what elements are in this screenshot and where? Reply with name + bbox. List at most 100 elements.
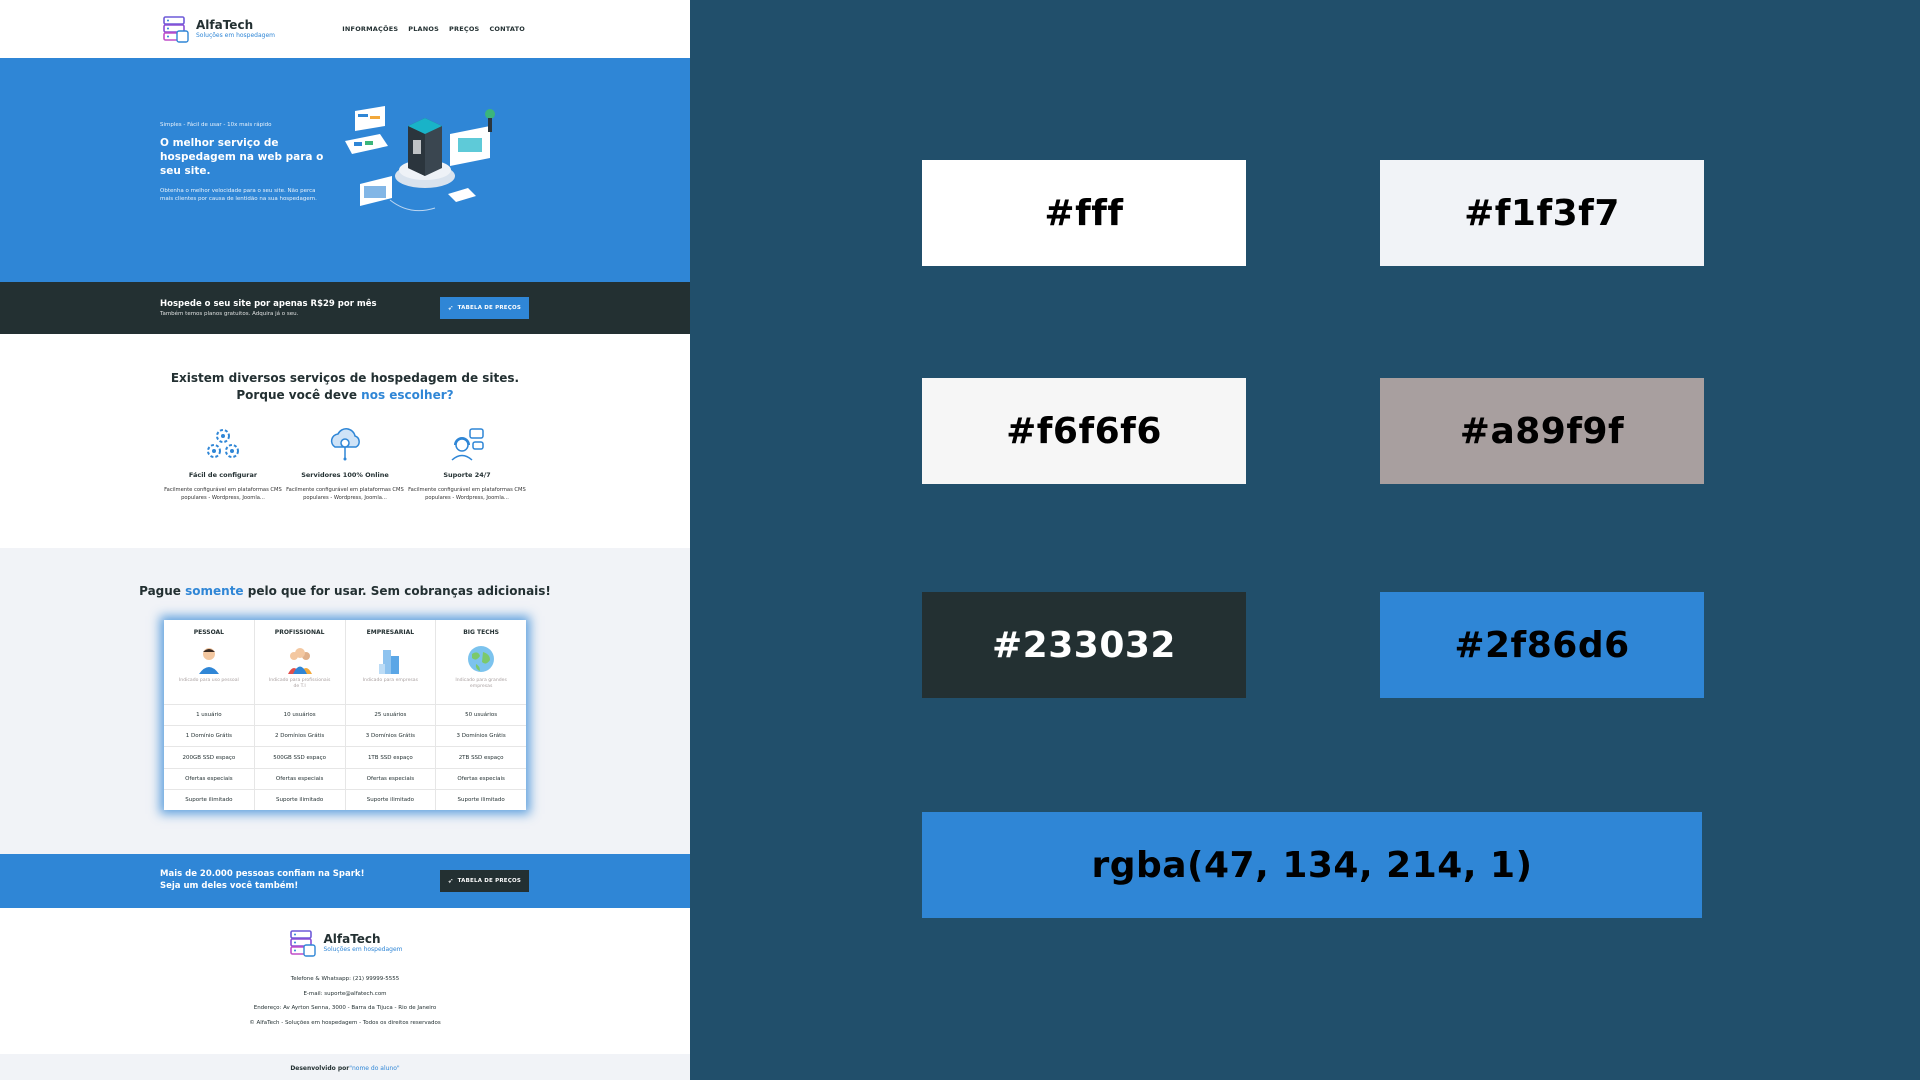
globe-icon bbox=[468, 646, 495, 672]
swatch-dark: #233032 bbox=[922, 592, 1246, 698]
footer-logo[interactable]: AlfaTech Soluções em hospedagem bbox=[287, 928, 403, 958]
price-table-button-label: TABELA DE PREÇOS bbox=[457, 305, 521, 311]
site-footer: AlfaTech Soluções em hospedagem Telefone… bbox=[0, 908, 690, 1054]
server-logo-icon bbox=[163, 16, 189, 43]
why-title-line2: Porque você deve nos escolher? bbox=[0, 387, 690, 404]
plan-feature: Suporte ilimitado bbox=[185, 796, 233, 803]
website-preview: AlfaTech Soluções em hospedagem INFORMAÇ… bbox=[0, 0, 690, 1080]
plan-note: Indicado para uso pessoal bbox=[178, 678, 239, 683]
developer-prefix: Desenvolvido por bbox=[290, 1064, 350, 1072]
person-icon bbox=[198, 648, 219, 674]
plan-column: BIG TECHS Indicado para grandes empresas 5… bbox=[436, 620, 526, 810]
rocket-icon: ➶ bbox=[447, 877, 454, 885]
brand-name: AlfaTech bbox=[196, 17, 254, 32]
why-title-line1: Existem diversos serviços de hospedagem … bbox=[170, 371, 520, 385]
trust-line1: Mais de 20.000 pessoas confiam na Spark! bbox=[160, 869, 365, 880]
swatch-blue-rgba: rgba(47, 134, 214, 1) bbox=[922, 812, 1702, 918]
pricing-section: Pague somente pelo que for usar. Sem cob… bbox=[0, 548, 690, 854]
swatch-label: #fff bbox=[1044, 192, 1124, 234]
building-icon bbox=[379, 650, 400, 674]
plan-note: Indicado para profissionais de T.I bbox=[268, 678, 331, 690]
plan-feature: 10 usuários bbox=[254, 705, 345, 727]
plan-feature: Suporte ilimitado bbox=[276, 796, 324, 803]
plan-feature: 1 Domínio Grátis bbox=[164, 726, 254, 748]
plan-feature: 2 Domínios Grátis bbox=[254, 726, 345, 748]
plan-name: BIG TECHS bbox=[463, 629, 499, 636]
site-header: AlfaTech Soluções em hospedagem INFORMAÇ… bbox=[0, 0, 690, 58]
feature-item: Servidores 100% Online Facilmente config… bbox=[284, 425, 406, 503]
plan-column: EMPRESARIAL Indicado para empresas 25 usuá… bbox=[345, 620, 437, 810]
pricing-title-suffix: pelo que for usar. Sem cobranças adicion… bbox=[243, 584, 551, 598]
feature-description: Facilmente configurável em plataformas C… bbox=[408, 486, 526, 501]
team-icon bbox=[287, 648, 312, 674]
feature-title: Fácil de configurar bbox=[188, 470, 258, 479]
plan-feature: 500GB SSD espaço bbox=[254, 747, 345, 769]
plan-feature: Ofertas especiais bbox=[345, 769, 436, 790]
plan-name: PESSOAL bbox=[193, 629, 225, 636]
trust-cta-banner: Mais de 20.000 pessoas confiam na Spark!… bbox=[0, 854, 690, 908]
price-table-button[interactable]: ➶ TABELA DE PREÇOS bbox=[439, 297, 529, 319]
why-title: Existem diversos serviços de hospedagem … bbox=[0, 370, 690, 405]
feature-description: Facilmente configurável em plataformas C… bbox=[164, 486, 282, 501]
plan-header: EMPRESARIAL Indicado para empresas bbox=[345, 620, 436, 705]
plan-column: PESSOAL Indicado para uso pessoal 1 usuári… bbox=[164, 620, 255, 810]
feature-item: Suporte 24/7 Facilmente configurável em … bbox=[406, 425, 528, 503]
features-list: Fácil de configurar Facilmente configurá… bbox=[0, 425, 690, 503]
plan-feature: Suporte ilimitado bbox=[366, 796, 414, 803]
swatch-label: #f1f3f7 bbox=[1464, 192, 1620, 234]
pricing-title-highlight: somente bbox=[185, 584, 244, 598]
footer-brand-name: AlfaTech bbox=[323, 931, 381, 946]
swatch-warm-gray: #a89f9f bbox=[1380, 378, 1704, 484]
price-table-button[interactable]: ➶ TABELA DE PREÇOS bbox=[439, 870, 529, 892]
swatch-white: #fff bbox=[922, 160, 1246, 266]
nav-link-precos[interactable]: PREÇOS bbox=[449, 25, 479, 33]
why-choose-section: Existem diversos serviços de hospedagem … bbox=[0, 334, 690, 548]
main-nav: INFORMAÇÕES PLANOS PREÇOS CONTATO bbox=[342, 25, 525, 33]
footer-brand-tagline: Soluções em hospedagem bbox=[323, 946, 403, 954]
rocket-icon: ➶ bbox=[447, 304, 454, 312]
why-title-highlight: nos escolher? bbox=[361, 388, 454, 403]
hero-kicker: Simples - Fácil de usar - 10x mais rápid… bbox=[160, 122, 272, 128]
cta-title: Hospede o seu site por apenas R$29 por m… bbox=[160, 299, 377, 309]
nav-link-informacoes[interactable]: INFORMAÇÕES bbox=[342, 25, 398, 33]
plan-feature: 3 Domínios Grátis bbox=[345, 726, 436, 748]
plan-column: PROFISSIONAL Indicado para profissionais … bbox=[254, 620, 346, 810]
pricing-title: Pague somente pelo que for usar. Sem cob… bbox=[0, 584, 690, 598]
feature-item: Fácil de configurar Facilmente configurá… bbox=[162, 425, 284, 503]
price-table-button-label: TABELA DE PREÇOS bbox=[457, 878, 521, 884]
nav-link-planos[interactable]: PLANOS bbox=[408, 25, 439, 33]
price-cta-banner: Hospede o seu site por apenas R$29 por m… bbox=[0, 282, 690, 334]
nav-link-contato[interactable]: CONTATO bbox=[489, 25, 525, 33]
plan-feature: Ofertas especiais bbox=[164, 769, 254, 790]
footer-phone: Telefone & Whatsapp: (21) 99999-5555 bbox=[290, 976, 400, 982]
developer-name[interactable]: "nome do aluno" bbox=[349, 1065, 399, 1072]
swatch-light-gray-blue: #f1f3f7 bbox=[1380, 160, 1704, 266]
plan-feature: Ofertas especiais bbox=[254, 769, 345, 790]
isometric-server-illustration bbox=[345, 106, 495, 212]
swatch-light-gray: #f6f6f6 bbox=[922, 378, 1246, 484]
swatch-label: #2f86d6 bbox=[1454, 624, 1630, 666]
plan-feature: 1TB SSD espaço bbox=[345, 747, 436, 769]
swatch-blue: #2f86d6 bbox=[1380, 592, 1704, 698]
why-title-prefix: Porque você deve bbox=[236, 388, 362, 403]
plan-feature: Suporte ilimitado bbox=[457, 796, 505, 803]
plan-feature: Ofertas especiais bbox=[436, 769, 526, 790]
pricing-table: PESSOAL Indicado para uso pessoal 1 usuári… bbox=[164, 620, 526, 810]
swatch-label: #233032 bbox=[992, 624, 1176, 666]
hero-description: Obtenha o melhor velocidade para o seu s… bbox=[160, 187, 317, 203]
plan-feature: 2TB SSD espaço bbox=[436, 747, 526, 769]
brand-logo[interactable]: AlfaTech Soluções em hospedagem bbox=[160, 14, 275, 44]
server-logo-icon bbox=[290, 930, 317, 957]
plan-feature: 50 usuários bbox=[436, 705, 526, 727]
hero-text: Simples - Fácil de usar - 10x mais rápid… bbox=[160, 122, 330, 204]
cloud-server-icon bbox=[330, 427, 360, 461]
plan-feature: 200GB SSD espaço bbox=[164, 747, 254, 769]
swatch-label: #f6f6f6 bbox=[1006, 410, 1162, 452]
plan-header: PESSOAL Indicado para uso pessoal bbox=[164, 620, 254, 705]
feature-description: Facilmente configurável em plataformas C… bbox=[286, 486, 404, 501]
support-agent-icon bbox=[451, 428, 484, 461]
plan-note: Indicado para empresas bbox=[362, 678, 419, 683]
swatch-label: #a89f9f bbox=[1459, 410, 1625, 452]
feature-title: Servidores 100% Online bbox=[301, 470, 389, 479]
footer-email: E-mail: suporte@alfatech.com bbox=[303, 990, 387, 997]
